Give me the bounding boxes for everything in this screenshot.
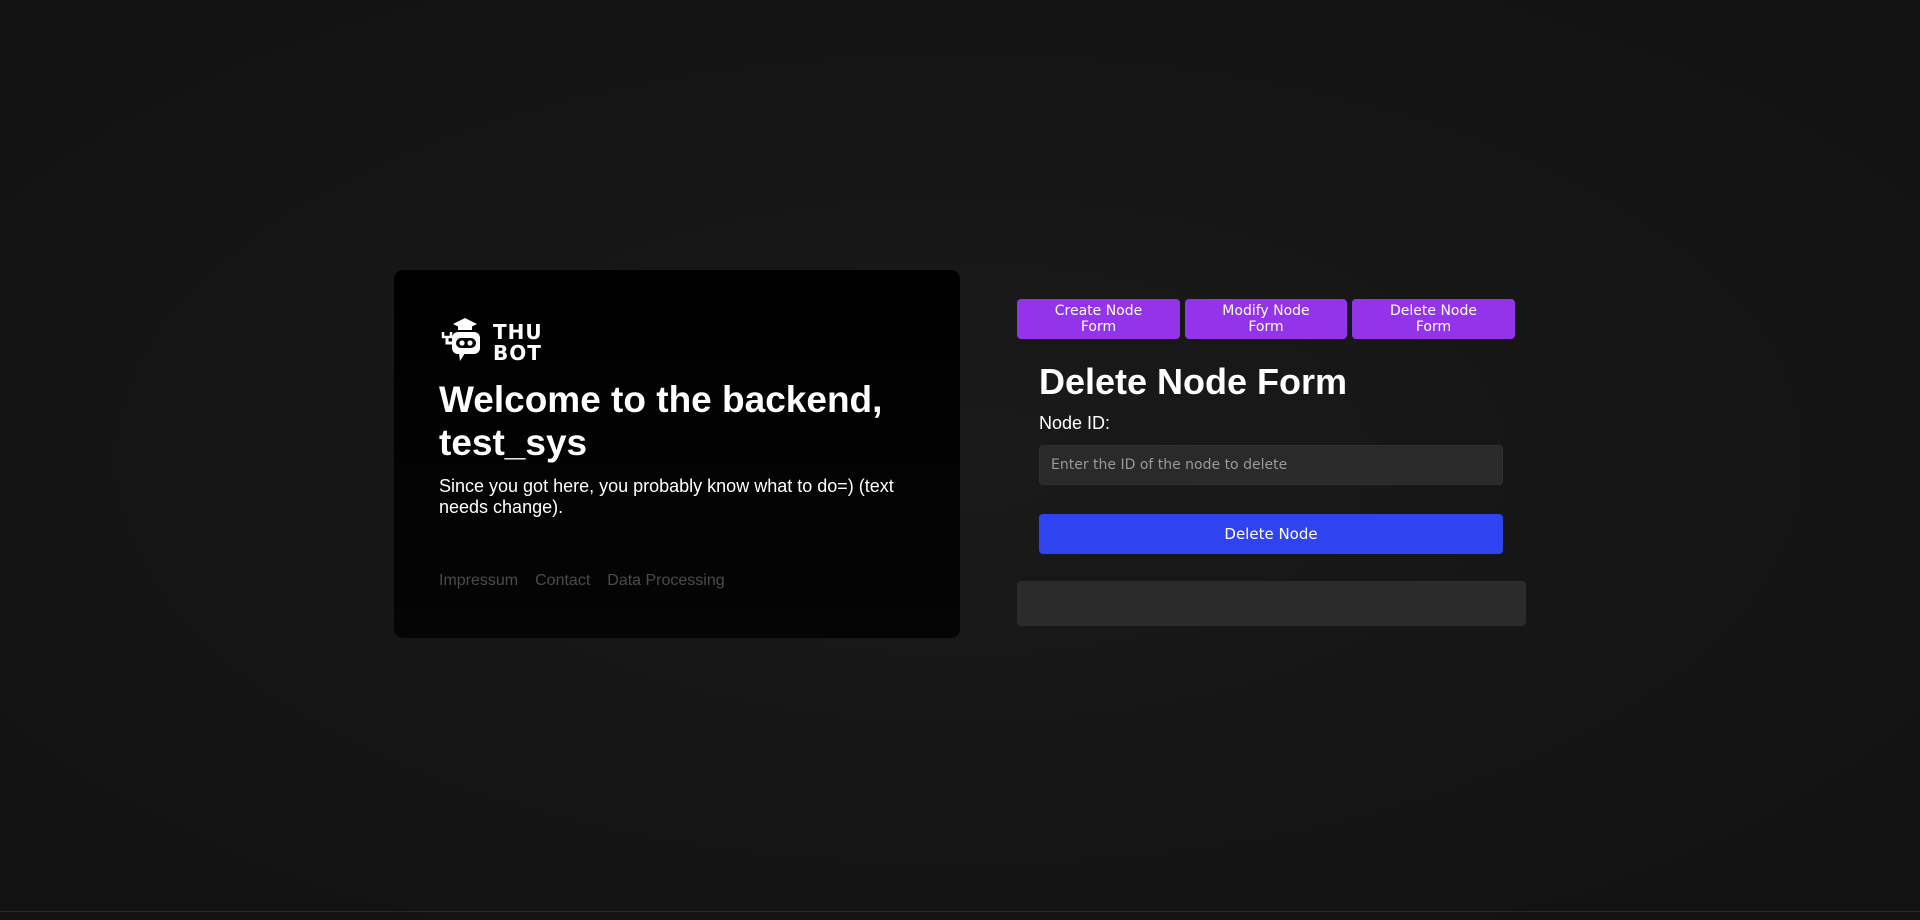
node-id-label: Node ID:	[1039, 413, 1111, 433]
logo-text: THU BOT	[493, 322, 543, 364]
impressum-link[interactable]: Impressum	[439, 572, 518, 590]
modify-node-form-button[interactable]: Modify Node Form	[1185, 299, 1347, 339]
bottom-divider	[0, 911, 1920, 912]
create-node-form-button[interactable]: Create Node Form	[1017, 299, 1180, 339]
form-title: Delete Node Form	[1039, 361, 1348, 402]
logo-line-2: BOT	[493, 341, 542, 365]
welcome-title-line-1: Welcome to the backend,	[439, 379, 883, 420]
welcome-card: THU BOT Welcome to the backend, test_sys…	[394, 270, 960, 638]
data-processing-link[interactable]: Data Processing	[607, 572, 724, 590]
welcome-title-line-2: test_sys	[439, 422, 588, 463]
page: THU BOT Welcome to the backend, test_sys…	[0, 0, 1920, 920]
footer-links: Impressum Contact Data Processing	[439, 572, 725, 590]
logo-line-1: THU	[493, 320, 543, 344]
contact-link[interactable]: Contact	[535, 572, 590, 590]
thubot-logo: THU BOT	[439, 316, 915, 368]
node-id-input[interactable]	[1039, 445, 1503, 485]
delete-node-button[interactable]: Delete Node	[1039, 514, 1503, 554]
delete-node-form: Delete Node Form Node ID: Delete Node	[1039, 360, 1504, 554]
result-box	[1017, 581, 1526, 626]
form-tabs: Create Node Form Modify Node Form Delete…	[1017, 299, 1515, 339]
welcome-title: Welcome to the backend, test_sys	[439, 378, 915, 464]
delete-node-form-button[interactable]: Delete Node Form	[1352, 299, 1515, 339]
robot-graduate-icon	[439, 316, 491, 368]
welcome-text: Since you got here, you probably know wh…	[439, 476, 894, 517]
